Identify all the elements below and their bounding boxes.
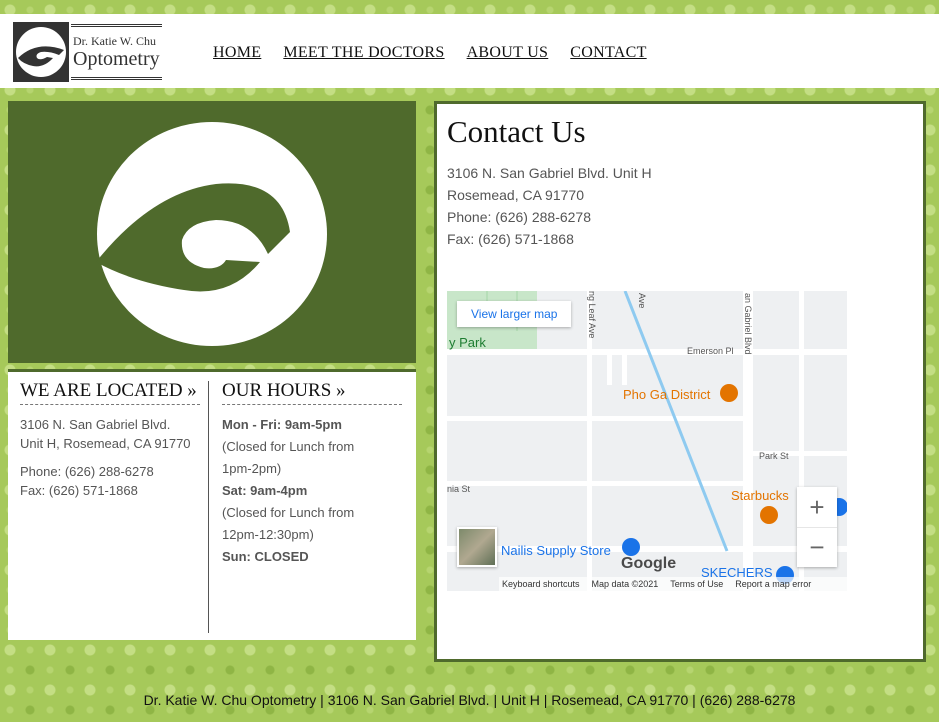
hours-weekday-note-1: (Closed for Lunch from: [222, 439, 355, 454]
terms-of-use-link[interactable]: Terms of Use: [670, 577, 723, 591]
top-pattern-strip: [0, 0, 939, 14]
zoom-out-button[interactable]: −: [797, 527, 837, 567]
location-column: WE ARE LOCATED » 3106 N. San Gabriel Blv…: [20, 380, 200, 500]
nav-contact[interactable]: CONTACT: [570, 44, 646, 62]
large-eye-icon: [96, 122, 327, 346]
map-label-park: y Park: [449, 335, 486, 350]
hero-eye-logo: [8, 101, 416, 363]
map-label-park-st: Park St: [759, 451, 789, 461]
hours-heading[interactable]: OUR HOURS »: [222, 380, 402, 405]
location-address-line-1: 3106 N. San Gabriel Blvd.: [20, 417, 171, 432]
map-label-starbucks[interactable]: Starbucks: [731, 488, 789, 503]
site-footer: Dr. Katie W. Chu Optometry | 3106 N. San…: [0, 692, 939, 708]
contact-address-line-1: 3106 N. San Gabriel Blvd. Unit H: [447, 165, 652, 181]
hours-saturday-note-2: 12pm-12:30pm): [222, 527, 314, 542]
hours-weekday-note-2: 1pm-2pm): [222, 461, 282, 476]
keyboard-shortcuts-link[interactable]: Keyboard shortcuts: [502, 577, 580, 591]
location-fax: Fax: (626) 571-1868: [20, 483, 138, 498]
zoom-in-button[interactable]: +: [797, 487, 837, 527]
contact-phone: Phone: (626) 288-6278: [447, 209, 591, 225]
hours-sunday: Sun: CLOSED: [222, 549, 309, 564]
restaurant-pin-icon[interactable]: [720, 384, 738, 402]
site-header: Dr. Katie W. Chu Optometry HOME MEET THE…: [0, 14, 939, 88]
map-data-text: Map data ©2021: [591, 579, 659, 589]
logo-line-1: Dr. Katie W. Chu: [73, 34, 156, 48]
location-address-line-2: Unit H, Rosemead, CA 91770: [20, 436, 191, 451]
location-phone: Phone: (626) 288-6278: [20, 464, 154, 479]
map-footer: Keyboard shortcuts Map data ©2021 Terms …: [499, 577, 847, 591]
map-label-san-gabriel: an Gabriel Blvd: [743, 293, 753, 355]
eye-logo-icon: [13, 22, 69, 82]
zoom-controls: + −: [797, 487, 837, 567]
contact-fax: Fax: (626) 571-1868: [447, 231, 574, 247]
embedded-map[interactable]: y Park Emerson Pl Park St nia St an Gabr…: [447, 291, 847, 591]
footer-text: Dr. Katie W. Chu Optometry | 3106 N. San…: [143, 692, 796, 708]
main-nav: HOME MEET THE DOCTORS ABOUT US CONTACT: [213, 44, 647, 62]
column-divider: [208, 381, 209, 633]
map-canvas[interactable]: y Park Emerson Pl Park St nia St an Gabr…: [447, 291, 847, 591]
map-label-nailis[interactable]: Nailis Supply Store: [501, 543, 611, 558]
map-label-ave: Ave: [637, 293, 647, 308]
map-label-emerson: Emerson Pl: [687, 346, 734, 356]
nav-about-us[interactable]: ABOUT US: [467, 44, 549, 62]
cafe-pin-icon[interactable]: [760, 506, 778, 524]
contact-address-line-2: Rosemead, CA 91770: [447, 187, 584, 203]
report-map-error-link[interactable]: Report a map error: [735, 577, 811, 591]
info-box: WE ARE LOCATED » 3106 N. San Gabriel Blv…: [8, 369, 416, 640]
hours-weekday: Mon - Fri: 9am-5pm: [222, 417, 342, 432]
nav-home[interactable]: HOME: [213, 44, 261, 62]
map-label-nia-st: nia St: [447, 484, 471, 494]
hours-saturday-note-1: (Closed for Lunch from: [222, 505, 355, 520]
logo-line-2: Optometry: [73, 48, 160, 70]
satellite-toggle[interactable]: [457, 527, 497, 567]
logo-text: Dr. Katie W. Chu Optometry: [71, 24, 162, 80]
map-label-pho-ga[interactable]: Pho Ga District: [623, 387, 711, 402]
view-larger-map-link[interactable]: View larger map: [457, 301, 572, 327]
site-logo[interactable]: Dr. Katie W. Chu Optometry: [13, 22, 162, 82]
page-title: Contact Us: [447, 114, 586, 149]
hours-column: OUR HOURS » Mon - Fri: 9am-5pm (Closed f…: [222, 380, 402, 568]
shopping-pin-icon[interactable]: [622, 538, 640, 556]
hours-saturday: Sat: 9am-4pm: [222, 483, 308, 498]
contact-panel: Contact Us 3106 N. San Gabriel Blvd. Uni…: [434, 101, 926, 662]
map-label-leaf-ave: ng Leaf Ave: [587, 291, 597, 338]
google-logo: Google: [621, 555, 677, 572]
satellite-thumbnail-icon: [459, 529, 495, 565]
location-heading[interactable]: WE ARE LOCATED »: [20, 380, 200, 405]
nav-meet-the-doctors[interactable]: MEET THE DOCTORS: [283, 44, 444, 62]
contact-details: 3106 N. San Gabriel Blvd. Unit H Rosemea…: [447, 162, 652, 250]
